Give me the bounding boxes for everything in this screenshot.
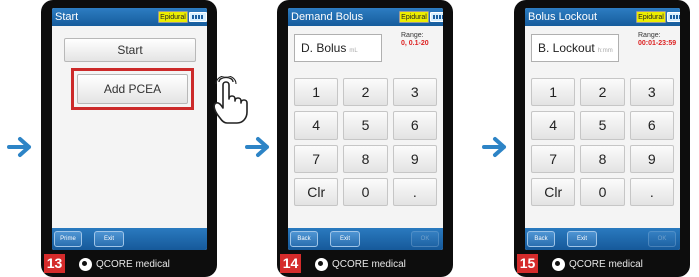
- add-pcea-button[interactable]: Add PCEA: [77, 74, 188, 104]
- demand-bolus-field[interactable]: D. Bolus mL: [294, 34, 382, 62]
- key-5[interactable]: 5: [580, 111, 625, 140]
- right-arrow-icon: [482, 137, 506, 157]
- qcore-logo-icon: [552, 257, 565, 271]
- field-unit: mL: [349, 48, 358, 54]
- battery-icon: [189, 12, 207, 22]
- field-label: B. Lockout: [538, 41, 595, 55]
- step-number: 15: [517, 254, 538, 273]
- step-number: 14: [280, 254, 301, 273]
- key-0[interactable]: 0: [580, 177, 625, 206]
- key-decimal[interactable]: .: [629, 177, 674, 206]
- ok-button[interactable]: OK: [411, 231, 439, 247]
- range-value: 0, 0.1-20: [401, 40, 429, 47]
- numeric-keypad: 1 2 3 4 5 6 7 8 9 Clr 0 .: [531, 78, 674, 206]
- key-3[interactable]: 3: [392, 78, 437, 107]
- step-number: 13: [44, 254, 65, 273]
- back-button[interactable]: Back: [527, 231, 555, 247]
- key-2[interactable]: 2: [580, 78, 625, 107]
- range-label: Range:: [401, 32, 424, 39]
- key-4[interactable]: 4: [531, 111, 576, 140]
- exit-button[interactable]: Exit: [94, 231, 124, 247]
- key-6[interactable]: 6: [392, 111, 437, 140]
- right-arrow-icon: [7, 137, 31, 157]
- bottom-bar: Back Exit OK: [288, 228, 443, 250]
- start-button[interactable]: Start: [64, 38, 196, 62]
- range-info: Range: 00:01-23:59: [638, 32, 676, 48]
- qcore-logo-icon: [315, 257, 328, 271]
- key-1[interactable]: 1: [531, 78, 576, 107]
- brand-name: QCORE medical: [96, 258, 170, 270]
- key-5[interactable]: 5: [343, 111, 388, 140]
- mode-badge: Epidural: [399, 11, 429, 23]
- field-unit: h:mm: [597, 48, 613, 54]
- exit-button[interactable]: Exit: [330, 231, 360, 247]
- key-0[interactable]: 0: [343, 177, 388, 206]
- key-clear[interactable]: Clr: [531, 177, 576, 206]
- prime-button[interactable]: Prime: [54, 231, 82, 247]
- battery-icon: [667, 12, 680, 22]
- range-value: 00:01-23:59: [638, 40, 677, 47]
- key-7[interactable]: 7: [294, 144, 339, 173]
- range-info: Range: 0, 0.1-20: [401, 32, 429, 48]
- device-screen: Bolus Lockout Epidural B. Lockout h:mm Ra…: [525, 8, 680, 250]
- key-1[interactable]: 1: [294, 78, 339, 107]
- qcore-logo: QCORE medical: [79, 256, 170, 272]
- key-4[interactable]: 4: [294, 111, 339, 140]
- key-2[interactable]: 2: [343, 78, 388, 107]
- pump-device-demand-bolus: Demand Bolus Epidural D. Bolus mL Range: …: [277, 0, 453, 277]
- field-label: D. Bolus: [301, 41, 347, 55]
- range-label: Range:: [638, 32, 661, 39]
- pump-device-bolus-lockout: Bolus Lockout Epidural B. Lockout h:mm Ra…: [514, 0, 690, 277]
- key-9[interactable]: 9: [392, 144, 437, 173]
- key-8[interactable]: 8: [343, 144, 388, 173]
- key-decimal[interactable]: .: [392, 177, 437, 206]
- exit-button[interactable]: Exit: [567, 231, 597, 247]
- bottom-bar: Prime Exit: [52, 228, 207, 250]
- key-6[interactable]: 6: [629, 111, 674, 140]
- key-9[interactable]: 9: [629, 144, 674, 173]
- mode-badge: Epidural: [158, 11, 188, 23]
- key-8[interactable]: 8: [580, 144, 625, 173]
- device-screen: Demand Bolus Epidural D. Bolus mL Range: …: [288, 8, 443, 250]
- brand-name: QCORE medical: [332, 258, 406, 270]
- key-clear[interactable]: Clr: [294, 177, 339, 206]
- qcore-logo: QCORE medical: [552, 256, 643, 272]
- mode-badge: Epidural: [636, 11, 666, 23]
- numeric-keypad: 1 2 3 4 5 6 7 8 9 Clr 0 .: [294, 78, 437, 206]
- ok-button[interactable]: OK: [648, 231, 676, 247]
- qcore-logo: QCORE medical: [315, 256, 406, 272]
- back-button[interactable]: Back: [290, 231, 318, 247]
- battery-icon: [430, 12, 443, 22]
- brand-name: QCORE medical: [569, 258, 643, 270]
- key-3[interactable]: 3: [629, 78, 674, 107]
- pump-device-start: Start Epidural Start Add PCEA Prime Exit…: [41, 0, 248, 277]
- bolus-lockout-field[interactable]: B. Lockout h:mm: [531, 34, 619, 62]
- bottom-bar: Back Exit OK: [525, 228, 680, 250]
- key-7[interactable]: 7: [531, 144, 576, 173]
- right-arrow-icon: [245, 137, 269, 157]
- device-screen: Start Epidural Start Add PCEA Prime Exit: [52, 8, 207, 250]
- qcore-logo-icon: [79, 257, 92, 271]
- hand-pointer-icon: [213, 76, 248, 124]
